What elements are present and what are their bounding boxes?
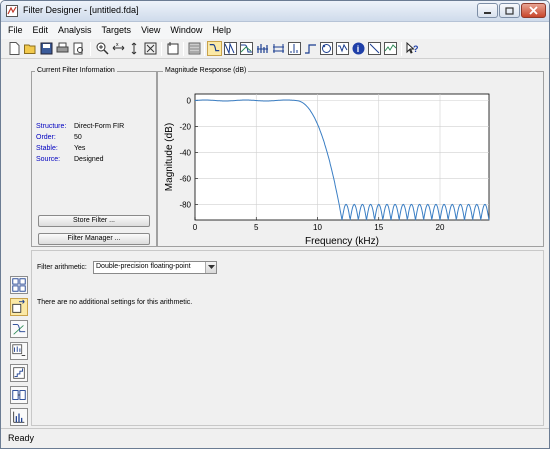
store-filter-button[interactable]: Store Filter ... <box>38 215 150 227</box>
transform-filter-icon[interactable] <box>10 320 28 338</box>
coefficients-icon[interactable] <box>335 41 350 56</box>
y-tick-label: -20 <box>179 122 191 131</box>
maximize-icon <box>505 6 514 15</box>
x-tick-label: 15 <box>374 223 383 232</box>
close-icon <box>529 6 538 15</box>
zoom-in-icon[interactable] <box>95 41 110 56</box>
info-icon[interactable]: i <box>351 41 366 56</box>
menu-file[interactable]: File <box>1 22 28 39</box>
main-area: Current Filter Information Structure: Di… <box>5 61 547 428</box>
y-axis-label: Magnitude (dB) <box>164 123 175 191</box>
open-icon[interactable] <box>23 41 38 56</box>
menu-view[interactable]: View <box>136 22 165 39</box>
structure-value: Direct-Form FIR <box>74 123 125 130</box>
status-bar: Ready <box>1 428 549 448</box>
svg-text:?: ? <box>413 44 419 54</box>
menu-help[interactable]: Help <box>207 22 236 39</box>
new-icon[interactable] <box>7 41 22 56</box>
filter-arithmetic-value: Double-precision floating-point <box>96 263 191 270</box>
save-icon[interactable] <box>39 41 54 56</box>
y-tick-label: -80 <box>179 200 191 209</box>
current-filter-title: Current Filter Information <box>35 67 117 74</box>
stable-value: Yes <box>74 145 86 152</box>
y-tick-label: 0 <box>187 96 192 105</box>
step-response-icon[interactable] <box>303 41 318 56</box>
mag-phase-icon[interactable] <box>239 41 254 56</box>
status-text: Ready <box>8 433 35 443</box>
filter-arithmetic-select[interactable]: Double-precision floating-point <box>93 261 217 274</box>
phase-delay-icon[interactable] <box>271 41 286 56</box>
quantize-icon[interactable] <box>10 364 28 382</box>
menu-window[interactable]: Window <box>165 22 207 39</box>
menu-bar: File Edit Analysis Targets View Window H… <box>1 22 549 39</box>
multirate-icon[interactable] <box>10 342 28 360</box>
impulse-response-icon[interactable] <box>287 41 302 56</box>
order-value: 50 <box>74 134 82 141</box>
title-bar: Filter Designer - [untitled.fda] <box>1 1 549 22</box>
cost-icon[interactable] <box>367 41 382 56</box>
realize-model-icon[interactable] <box>10 386 28 404</box>
y-tick-label: -40 <box>179 148 191 157</box>
menu-edit[interactable]: Edit <box>28 22 54 39</box>
current-filter-panel: Current Filter Information Structure: Di… <box>31 67 157 247</box>
design-filter-icon[interactable] <box>10 276 28 294</box>
order-label: Order: <box>36 134 56 141</box>
y-tick-label: -60 <box>179 174 191 183</box>
chevron-down-icon[interactable] <box>205 262 216 273</box>
pole-zero-icon[interactable] <box>319 41 334 56</box>
filter-specs-icon[interactable] <box>187 41 202 56</box>
x-tick-label: 10 <box>313 223 322 232</box>
zoom-x-icon[interactable]: x <box>111 41 126 56</box>
menu-targets[interactable]: Targets <box>97 22 137 39</box>
minimize-button[interactable] <box>477 3 498 18</box>
source-value: Designed <box>74 156 104 163</box>
x-axis-label: Frequency (kHz) <box>305 236 379 246</box>
svg-text:i: i <box>357 44 360 54</box>
phase-response-icon[interactable] <box>223 41 238 56</box>
magnitude-response-icon[interactable] <box>207 41 222 56</box>
new-figure-icon[interactable] <box>166 41 181 56</box>
arithmetic-message: There are no additional settings for thi… <box>37 299 193 306</box>
structure-label: Structure: <box>36 123 67 130</box>
zoom-y-icon[interactable] <box>127 41 142 56</box>
window-title: Filter Designer - [untitled.fda] <box>23 5 139 15</box>
arithmetic-panel: Filter arithmetic: Double-precision floa… <box>31 250 544 426</box>
toolbar: x i ? <box>1 39 549 59</box>
import-filter-icon[interactable] <box>10 298 28 316</box>
maximize-button[interactable] <box>499 3 520 18</box>
close-button[interactable] <box>521 3 546 18</box>
filter-designer-window: Filter Designer - [untitled.fda] File Ed… <box>0 0 550 449</box>
help-pointer-icon[interactable]: ? <box>405 41 420 56</box>
app-icon <box>6 5 18 17</box>
x-tick-label: 20 <box>436 223 445 232</box>
group-delay-icon[interactable] <box>255 41 270 56</box>
print-icon[interactable] <box>55 41 70 56</box>
filter-manager-button[interactable]: Filter Manager ... <box>38 233 150 245</box>
filter-arithmetic-label: Filter arithmetic: <box>37 264 87 271</box>
minimize-icon <box>484 12 491 14</box>
source-label: Source: <box>36 156 61 163</box>
x-tick-label: 5 <box>254 223 259 232</box>
stable-label: Stable: <box>36 145 58 152</box>
print-preview-icon[interactable] <box>71 41 86 56</box>
plot-area <box>194 93 490 221</box>
full-view-icon[interactable] <box>143 41 158 56</box>
noise-icon[interactable] <box>383 41 398 56</box>
magnitude-response-chart: 0 5 10 15 20 0 -20 -40 -60 -80 Frequency (kHz) M… <box>164 93 490 246</box>
menu-analysis[interactable]: Analysis <box>53 22 97 39</box>
magnitude-response-panel: Magnitude Response (dB) 0 5 10 15 20 0 -20 -40… <box>157 67 544 247</box>
svg-text:x: x <box>116 42 119 48</box>
pole-zero-editor-icon[interactable] <box>10 408 28 426</box>
x-tick-label: 0 <box>193 223 198 232</box>
